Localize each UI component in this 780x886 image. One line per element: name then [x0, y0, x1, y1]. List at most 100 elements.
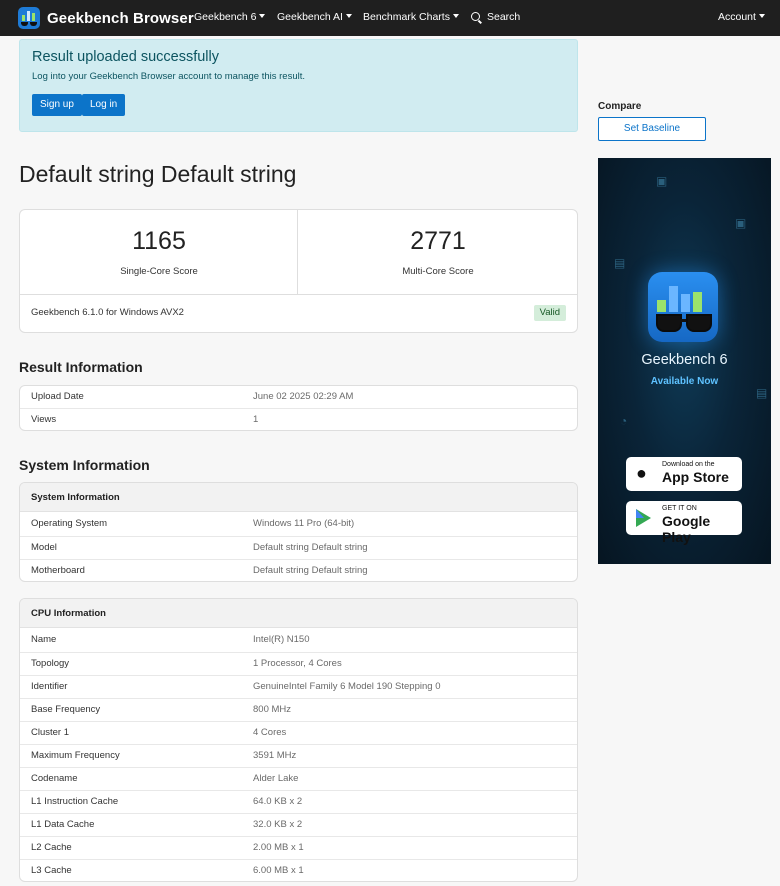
cpu-information-table: CPU Information Name Intel(R) N150 Topolo… [19, 598, 578, 882]
valid-badge: Valid [533, 305, 566, 321]
row-key: Motherboard [31, 565, 85, 576]
ad-subtitle: Available Now [650, 376, 719, 387]
row-key: Views [31, 414, 57, 425]
row-value: 1 [253, 414, 259, 425]
app-store-big-label: App Store [662, 469, 729, 485]
nav-search-label: Search [487, 11, 521, 23]
table-row: Maximum Frequency 3591 MHz [20, 744, 577, 767]
single-core-label: Single-Core Score [120, 266, 198, 277]
table-row: Motherboard Default string Default strin… [20, 559, 577, 581]
nav-benchmark-charts-dropdown[interactable]: Benchmark Charts [363, 11, 459, 23]
row-value: Alder Lake [253, 773, 299, 784]
nav-account-dropdown[interactable]: Account [718, 11, 765, 23]
card-header-label: System Information [31, 492, 120, 503]
table-row: L1 Data Cache 32.0 KB x 2 [20, 813, 577, 836]
row-key: Base Frequency [31, 704, 101, 715]
nav-geekbench6-dropdown[interactable]: Geekbench 6 [194, 11, 266, 23]
row-key: Identifier [31, 681, 68, 692]
row-value: 3591 MHz [253, 750, 297, 761]
row-key: Model [31, 542, 57, 553]
row-value: 800 MHz [253, 704, 292, 715]
nav-search-link[interactable]: Search [471, 11, 520, 23]
table-row: Name Intel(R) N150 [20, 629, 577, 652]
table-row: Cluster 1 4 Cores [20, 721, 577, 744]
system-information-heading: System Information [19, 457, 150, 473]
table-row: Operating System Windows 11 Pro (64-bit) [20, 513, 577, 536]
table-row: Base Frequency 800 MHz [20, 698, 577, 721]
table-row: L3 Cache 6.00 MB x 1 [20, 859, 577, 881]
row-key: Name [31, 634, 57, 645]
row-value: 2.00 MB x 1 [253, 842, 304, 853]
table-row: Codename Alder Lake [20, 767, 577, 790]
google-play-big-label: Google Play [662, 513, 711, 545]
apple-icon: ● [636, 463, 647, 483]
row-value: 32.0 KB x 2 [253, 819, 303, 830]
upload-success-alert: Result uploaded successfully Log into yo… [19, 39, 578, 132]
row-value: GenuineIntel Family 6 Model 190 Stepping… [253, 681, 441, 692]
row-key: Cluster 1 [31, 727, 70, 738]
nav-account-label: Account [718, 11, 756, 23]
nav-benchmark-charts-label: Benchmark Charts [363, 11, 450, 23]
table-row: Identifier GenuineIntel Family 6 Model 19… [20, 675, 577, 698]
row-key: L2 Cache [31, 842, 72, 853]
table-row: Views 1 [20, 408, 577, 430]
score-divider [20, 294, 577, 295]
caret-down-icon [345, 14, 352, 18]
nav-geekbench-ai-dropdown[interactable]: Geekbench AI [277, 11, 352, 23]
table-row: L2 Cache 2.00 MB x 1 [20, 836, 577, 859]
multi-core-label: Multi-Core Score [402, 266, 474, 277]
search-icon [471, 12, 480, 21]
nav-geekbench-ai-label: Geekbench AI [277, 11, 343, 23]
single-core-score-block: 1165 Single-Core Score [20, 210, 298, 294]
ad-title: Geekbench 6 [641, 352, 728, 368]
geekbench-app-icon [648, 272, 718, 342]
table-row: Topology 1 Processor, 4 Cores [20, 652, 577, 675]
score-divider [297, 210, 298, 294]
system-information-table: System Information Operating System Wind… [19, 482, 578, 582]
geekbench6-ad-banner[interactable]: ▣ ▣ ▤ ▤ ◔ Geekbench 6 Available Now ● Do… [598, 158, 771, 564]
nav-geekbench6-label: Geekbench 6 [194, 11, 257, 23]
row-key: Codename [31, 773, 78, 784]
row-value: 4 Cores [253, 727, 287, 738]
caret-down-icon [452, 14, 459, 18]
app-store-badge[interactable]: ● Download on the App Store [626, 457, 742, 491]
table-row: L1 Instruction Cache 64.0 KB x 2 [20, 790, 577, 813]
row-key: L1 Data Cache [31, 819, 95, 830]
decor-chip-icon: ▣ [735, 216, 747, 230]
sign-up-button[interactable]: Sign up [32, 94, 82, 116]
row-value: Intel(R) N150 [253, 634, 310, 645]
geekbench-version: Geekbench 6.1.0 for Windows AVX2 [31, 307, 184, 318]
compare-label: Compare [598, 101, 642, 112]
result-information-heading: Result Information [19, 359, 143, 375]
multi-core-score: 2771 [410, 227, 466, 255]
alert-text: Log into your Geekbench Browser account … [32, 71, 306, 82]
single-core-score: 1165 [132, 227, 186, 255]
result-information-table: Upload Date June 02 2025 02:29 AM Views … [19, 385, 578, 431]
app-store-small-label: Download on the [662, 461, 715, 468]
google-play-icon [636, 509, 651, 527]
decor-chip-icon: ▣ [656, 174, 668, 188]
system-information-card-header: System Information [20, 483, 577, 512]
geekbench-logo-icon [18, 7, 40, 29]
row-key: L1 Instruction Cache [31, 796, 119, 807]
decor-chip-icon: ▤ [614, 256, 626, 270]
card-header-label: CPU Information [31, 608, 106, 619]
row-value: Default string Default string [253, 565, 368, 576]
set-baseline-button[interactable]: Set Baseline [598, 117, 706, 141]
google-play-small-label: GET IT ON [662, 505, 697, 512]
log-in-button[interactable]: Log in [82, 94, 126, 116]
top-navbar: Geekbench Browser Geekbench 6 Geekbench … [0, 0, 780, 36]
score-card: 1165 Single-Core Score 2771 Multi-Core S… [19, 209, 578, 333]
row-key: Upload Date [31, 391, 84, 402]
row-value: Windows 11 Pro (64-bit) [253, 518, 355, 529]
decor-gauge-icon: ◔ [620, 414, 628, 428]
table-row: Upload Date June 02 2025 02:29 AM [20, 386, 577, 409]
row-key: Maximum Frequency [31, 750, 120, 761]
row-value: Default string Default string [253, 542, 368, 553]
brand-link[interactable]: Geekbench Browser [18, 7, 194, 29]
table-row: Model Default string Default string [20, 536, 577, 559]
row-key: Operating System [31, 518, 108, 529]
row-value: 1 Processor, 4 Cores [253, 658, 342, 669]
google-play-badge[interactable]: GET IT ON Google Play [626, 501, 742, 545]
alert-title: Result uploaded successfully [32, 49, 219, 65]
